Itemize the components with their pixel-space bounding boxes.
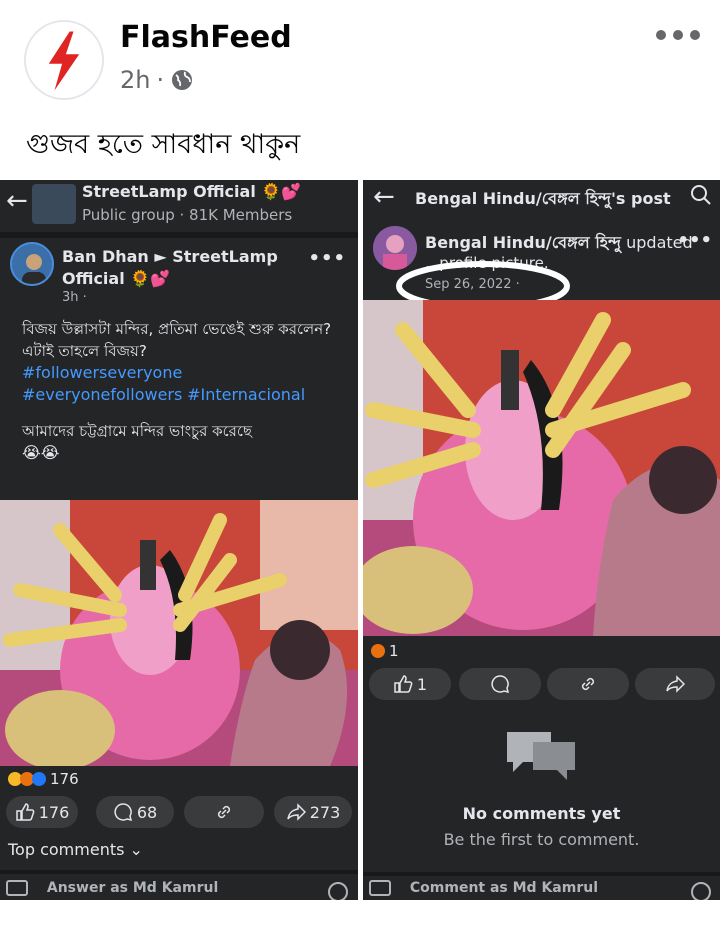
comment-input[interactable]: Comment as Md Kamrul [410,880,598,896]
author-avatar[interactable] [373,226,417,270]
author-time: 3h · [62,290,87,305]
more-options-button[interactable] [656,22,700,48]
divider [0,232,358,238]
emoji-icon[interactable] [691,882,711,900]
link-icon [581,677,595,691]
photo-icon[interactable] [369,880,391,896]
reaction-summary[interactable]: 1 [371,642,399,660]
flash-logo-icon [26,22,102,98]
comment-composer[interactable]: Answer as Md Kamrul [6,880,352,900]
group-name[interactable]: StreetLamp Official 🌻💕 [82,182,301,201]
post-header: FlashFeed 2h · [0,0,720,110]
divider [0,870,358,874]
body-line: আমাদের চট্টগ্রামে মন্দির ভাংচুর করেছে [22,422,253,440]
hashtag-link[interactable]: #everyonefollowers [22,385,182,404]
comment-button[interactable] [459,668,541,700]
idol-photo [0,500,358,766]
post-photo[interactable] [363,300,720,636]
share-button[interactable] [635,668,715,700]
deity-avatar-icon [373,226,417,270]
back-arrow-icon[interactable]: ← [6,186,28,216]
post-body: বিজয় উল্লাসটা মন্দির, প্রতিমা ভেঙেই শুর… [22,318,342,464]
like-icon [15,803,35,821]
comment-button[interactable]: 68 [96,796,174,828]
reaction-count: 176 [50,770,79,788]
divider [363,872,720,876]
share-button[interactable]: 273 [274,796,352,828]
chevron-down-icon: ⌄ [129,840,143,859]
post-time[interactable]: 2h [120,66,150,94]
author-line-2: Official 🌻💕 [62,269,171,288]
globe-icon [172,70,193,90]
post-title: Bengal Hindu/বেঙ্গল হিন্দু's post [415,189,671,208]
body-emoji: 😭😭 [22,443,60,462]
back-arrow-icon[interactable]: ← [373,182,395,212]
group-cover-thumbnail [32,184,76,224]
top-comments-toggle[interactable]: Top comments ⌄ [8,840,143,859]
emoji-icon[interactable] [328,882,348,900]
no-comments-subtitle: Be the first to comment. [443,830,640,849]
post-date: Sep 26, 2022 · [425,277,520,292]
copy-link-button[interactable] [547,668,629,700]
page-name[interactable]: FlashFeed [120,20,292,55]
group-header: ← StreetLamp Official 🌻💕 Public group · … [0,180,358,230]
comment-icon [491,675,510,694]
post-photo[interactable] [0,500,358,766]
right-screenshot: ← Bengal Hindu/বেঙ্গল হিন্দু's post Beng… [363,180,720,900]
no-comments-title: No comments yet [462,804,621,823]
author-name[interactable]: Bengal Hindu/বেঙ্গল হিন্দু updated [425,230,693,257]
post-caption: গুজব হতে সাবধান থাকুন [26,129,301,160]
like-button[interactable]: 1 [369,668,451,700]
page-avatar[interactable] [24,20,104,100]
meta-separator: · [156,66,165,94]
author-line-1: Ban Dhan ► StreetLamp [62,247,278,266]
author-name[interactable]: Ban Dhan ► StreetLamp Official 🌻💕 [62,246,292,290]
chat-bubbles-icon [507,732,575,780]
comment-icon [114,803,132,822]
link-icon [217,805,231,819]
bottom-spacer [0,900,720,926]
like-icon [394,675,413,693]
author-avatar[interactable] [10,242,54,286]
body-line: বিজয় উল্লাসটা মন্দির, প্রতিমা ভেঙেই শুর… [22,320,332,338]
comment-composer[interactable]: Comment as Md Kamrul [369,880,715,900]
person-icon [12,244,52,284]
left-screenshot: ← StreetLamp Official 🌻💕 Public group · … [0,180,358,900]
like-button[interactable]: 176 [6,796,78,828]
idol-photo [363,300,720,636]
share-icon [286,803,306,821]
share-icon [666,675,685,693]
hashtag-link[interactable]: #followerseveryone [22,362,342,384]
comment-input[interactable]: Answer as Md Kamrul [47,880,218,896]
reaction-count: 1 [389,642,399,660]
update-description: ...profile picture. [425,254,549,272]
hashtag-link[interactable]: #Internacional [187,385,305,404]
post-more-icon[interactable]: ••• [308,248,346,269]
search-icon[interactable] [690,184,712,206]
angry-reaction-icon [371,644,385,658]
more-icon [656,30,666,40]
like-reaction-icon [32,772,46,786]
copy-link-button[interactable] [184,796,264,828]
body-line: এটাই তাহলে বিজয়? [22,342,147,360]
author-label: Bengal Hindu/বেঙ্গল হিন্দু [425,233,622,252]
photo-icon[interactable] [6,880,28,896]
post-more-icon[interactable]: ••• [677,230,712,251]
comment-count: 68 [136,802,158,822]
top-comments-label: Top comments [8,840,125,859]
reaction-summary[interactable]: 176 [8,770,79,788]
post-meta: 2h · [120,66,194,94]
group-meta: Public group · 81K Members [82,206,293,224]
share-count: 273 [309,802,341,822]
like-count: 176 [38,802,70,822]
like-count: 1 [416,674,428,694]
